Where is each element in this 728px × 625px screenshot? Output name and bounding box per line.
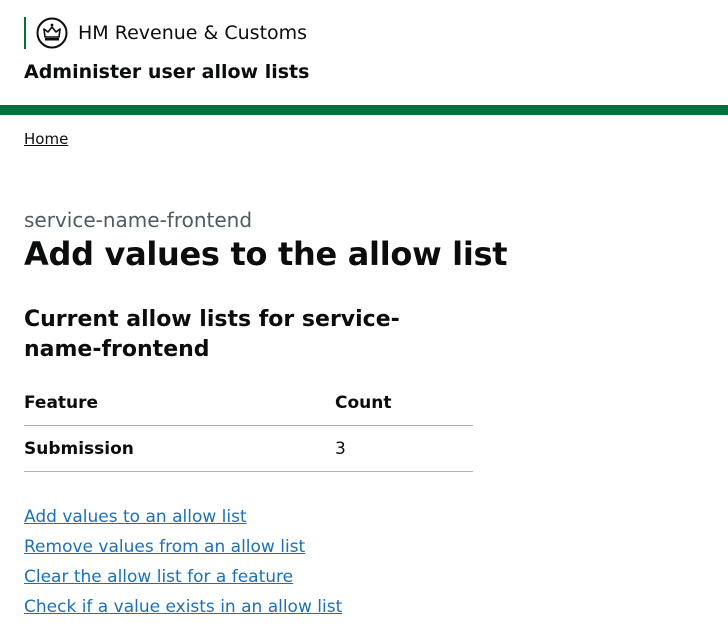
header-rule bbox=[0, 105, 728, 115]
section-title: Current allow lists for service-name-fro… bbox=[24, 307, 400, 362]
allow-list-table: Feature Count Submission 3 bbox=[24, 380, 473, 472]
page-title: Add values to the allow list bbox=[24, 235, 508, 273]
action-links: Add values to an allow list Remove value… bbox=[24, 502, 342, 622]
service-name-link[interactable]: Administer user allow lists bbox=[24, 60, 309, 84]
site-header: HM Revenue & Customs Administer user all… bbox=[0, 0, 728, 115]
organisation-name: HM Revenue & Customs bbox=[78, 22, 308, 44]
breadcrumb: Home bbox=[24, 129, 68, 149]
column-header-count: Count bbox=[335, 380, 473, 426]
breadcrumb-home-link[interactable]: Home bbox=[24, 130, 68, 148]
cell-feature: Submission bbox=[24, 425, 335, 472]
cell-count: 3 bbox=[335, 425, 473, 472]
table-row: Submission 3 bbox=[24, 425, 473, 472]
check-value-link[interactable]: Check if a value exists in an allow list bbox=[24, 592, 342, 622]
clear-allow-list-link[interactable]: Clear the allow list for a feature bbox=[24, 562, 342, 592]
organisation-brand[interactable]: HM Revenue & Customs bbox=[24, 17, 307, 49]
table-header-row: Feature Count bbox=[24, 380, 473, 426]
page-caption: service-name-frontend bbox=[24, 208, 253, 232]
add-values-link[interactable]: Add values to an allow list bbox=[24, 502, 342, 532]
remove-values-link[interactable]: Remove values from an allow list bbox=[24, 532, 342, 562]
royal-crest-icon bbox=[36, 17, 68, 49]
column-header-feature: Feature bbox=[24, 380, 335, 426]
